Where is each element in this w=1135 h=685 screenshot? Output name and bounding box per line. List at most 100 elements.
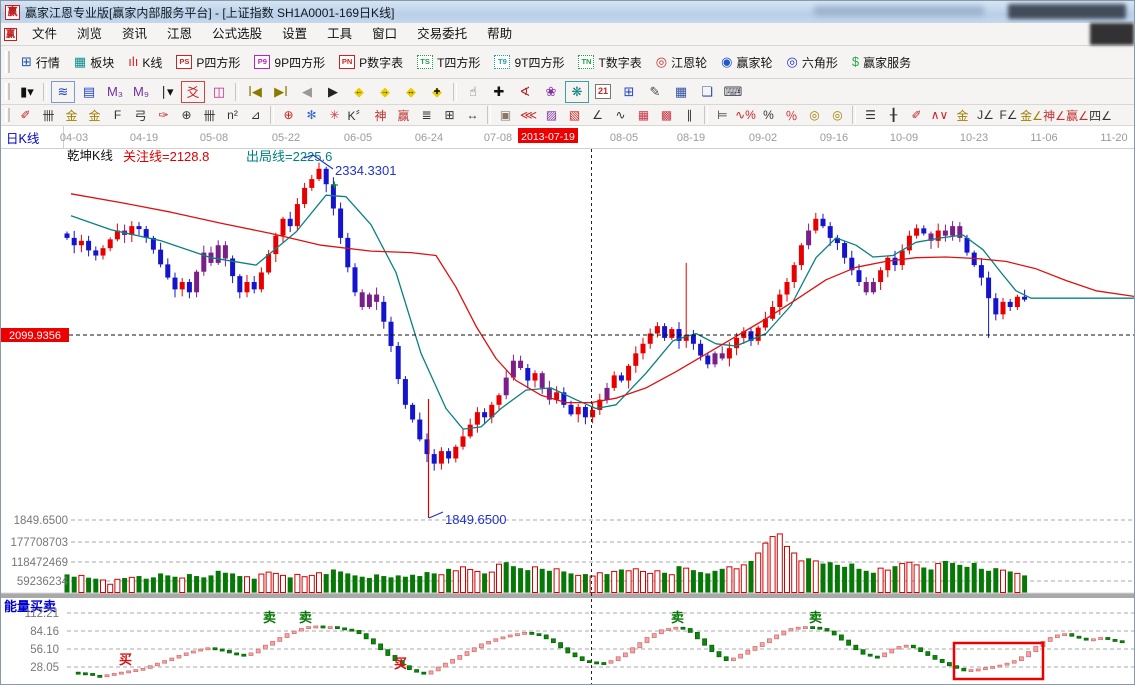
candle-style-dropdown[interactable]: ∣▾ [155, 81, 179, 103]
menu-5[interactable]: 设置 [272, 23, 317, 45]
calendar-tool[interactable]: 21 [591, 81, 615, 103]
toolbar-grip[interactable] [5, 108, 10, 122]
comb-plain-tool[interactable]: 卌 [198, 106, 221, 125]
frame-tool[interactable]: ▣ [494, 106, 517, 125]
notes-tool[interactable]: ✎ [643, 81, 667, 103]
wave-map-tool[interactable]: ≋ [51, 81, 75, 103]
candle-gauge-tool[interactable]: ╂ [882, 106, 905, 125]
menu-2[interactable]: 资讯 [112, 23, 157, 45]
grid-red-tool[interactable]: ▦ [632, 106, 655, 125]
qiankun-kline-toggle[interactable]: 爻 [181, 81, 205, 103]
winner-service[interactable]: $赢家服务 [845, 52, 918, 73]
wave-percent-tool[interactable]: ∿% [734, 106, 757, 125]
nine-t-square[interactable]: T99T四方形 [487, 52, 571, 73]
four-angle-tool[interactable]: 四∠ [1089, 106, 1112, 125]
gold-underline-tool[interactable]: 金 [951, 106, 974, 125]
nav-prev[interactable]: ◀ [295, 81, 319, 103]
parallel-lines-tool[interactable]: ∥ [678, 106, 701, 125]
grid-red-box-tool[interactable]: ▩ [655, 106, 678, 125]
menu-1[interactable]: 浏览 [67, 23, 112, 45]
wave-av-tool[interactable]: ∧∨ [928, 106, 951, 125]
god-comb-tool[interactable]: 神 [369, 106, 392, 125]
nav-next[interactable]: ▶ [321, 81, 345, 103]
compass-circle-tool[interactable]: ⊕ [175, 106, 198, 125]
t-square[interactable]: TST四方形 [410, 52, 487, 73]
win-angle-tool[interactable]: 赢∠ [1066, 106, 1089, 125]
percent-line-tool[interactable]: ％ [780, 106, 803, 125]
kline-chart-svg[interactable]: 日K线04-0304-1905-0805-2206-0506-2407-0820… [1, 126, 1135, 685]
t-number-table[interactable]: TNT数字表 [571, 52, 648, 73]
toolbar-grip[interactable] [5, 51, 10, 73]
gold-comb-tool[interactable]: 金 [60, 106, 83, 125]
brush-red-tool[interactable]: ✐ [14, 106, 37, 125]
sector-blocks[interactable]: ▦板块 [67, 52, 121, 73]
angle-lines-tool[interactable]: ∠ [586, 106, 609, 125]
menu-0[interactable]: 文件 [22, 23, 67, 45]
zoom-all[interactable]: ◆✚ [425, 81, 449, 103]
zoom-expand[interactable]: ◆↔ [399, 81, 423, 103]
menu-3[interactable]: 江恩 [157, 23, 202, 45]
rocket-red-tool[interactable]: ✑ [152, 106, 175, 125]
save-tool[interactable]: ▦ [669, 81, 693, 103]
menu-4[interactable]: 公式选股 [202, 23, 272, 45]
chart-canvas[interactable]: 日K线04-0304-1905-0805-2206-0506-2407-0820… [1, 126, 1135, 685]
crosshair-tool[interactable]: ✚ [487, 81, 511, 103]
gold-angle-tool[interactable]: 金∠ [1020, 106, 1043, 125]
winner-wheel[interactable]: ◉赢家轮 [714, 52, 779, 73]
scale-list-tool[interactable]: ⊨ [711, 106, 734, 125]
percent-tool[interactable]: % [757, 106, 780, 125]
spider-web-tool[interactable]: ✳ [323, 106, 346, 125]
angle-measure-tool[interactable]: ∢ [513, 81, 537, 103]
god-angle-tool[interactable]: 神∠ [1043, 106, 1066, 125]
width-measure-tool[interactable]: ↔ [461, 106, 484, 125]
win-comb-tool[interactable]: 赢 [392, 106, 415, 125]
profile-chart-tool[interactable]: ◫ [207, 81, 231, 103]
hexagon-chart[interactable]: ◎六角形 [780, 52, 845, 73]
wave-count-3[interactable]: M₃ [103, 81, 127, 103]
calculator-tool[interactable]: ⊞ [617, 81, 641, 103]
ruler-steps-tool[interactable]: ≣ [415, 106, 438, 125]
p-number-table[interactable]: PNP数字表 [332, 52, 410, 73]
kline-period-dropdown[interactable]: ▮▾ [15, 81, 39, 103]
menu-7[interactable]: 窗口 [362, 23, 407, 45]
menu-8[interactable]: 交易委托 [407, 23, 477, 45]
gann-comb-tool[interactable]: 卌 [37, 106, 60, 125]
fan-red-tool[interactable]: ⋘ [517, 106, 540, 125]
angle-sail-tool[interactable]: ⊿ [244, 106, 267, 125]
remote-desktop-tool[interactable]: ⌨ [721, 81, 745, 103]
window-controls-redacted[interactable] [1008, 4, 1126, 19]
gann-shape-tool[interactable]: ❀ [539, 81, 563, 103]
kline-view[interactable]: ılıK线 [121, 52, 169, 73]
nav-first[interactable]: Ⅰ◀ [243, 81, 267, 103]
p-square[interactable]: PSP四方形 [169, 52, 247, 73]
panel-fan-tool[interactable]: ▧ [563, 106, 586, 125]
fan-purple-tool[interactable]: ▨ [540, 106, 563, 125]
zoom-step-right[interactable]: ◆→ [373, 81, 397, 103]
gann-wheel[interactable]: ◎江恩轮 [649, 52, 714, 73]
f-angle-tool[interactable]: F∠ [997, 106, 1020, 125]
k-quote-tool[interactable]: K〞 [346, 106, 369, 125]
gold-comb-tool-2[interactable]: 金 [83, 106, 106, 125]
multi-window-tool[interactable]: ❏ [695, 81, 719, 103]
nine-p-square[interactable]: P99P四方形 [247, 52, 332, 73]
market-quotes[interactable]: ⊞行情 [14, 52, 67, 73]
grid-123-tool[interactable]: ⊞ [438, 106, 461, 125]
menu-9[interactable]: 帮助 [477, 23, 522, 45]
target-red-tool[interactable]: ⊕ [277, 106, 300, 125]
three-lines-tool[interactable]: ☰ [859, 106, 882, 125]
wave-check-tool[interactable]: ∿ [609, 106, 632, 125]
f-comb-tool[interactable]: F [106, 106, 129, 125]
toolbar-grip[interactable] [5, 83, 10, 101]
pan-hand-tool[interactable]: ☝ [461, 81, 485, 103]
spiral-comb-tool[interactable]: 弓 [129, 106, 152, 125]
snowflake-tool[interactable]: ✻ [300, 106, 323, 125]
mind-map-tool[interactable]: ❋ [565, 81, 589, 103]
menu-6[interactable]: 工具 [317, 23, 362, 45]
wave-count-9[interactable]: M₉ [129, 81, 153, 103]
n2-comb-tool[interactable]: n² [221, 106, 244, 125]
zoom-step-left[interactable]: ◆← [347, 81, 371, 103]
brush-red-tool-2[interactable]: ✐ [905, 106, 928, 125]
info-panel-tool[interactable]: ▤ [77, 81, 101, 103]
gold-ring-tool-2[interactable]: ◎ [826, 106, 849, 125]
gold-ring-tool[interactable]: ◎ [803, 106, 826, 125]
